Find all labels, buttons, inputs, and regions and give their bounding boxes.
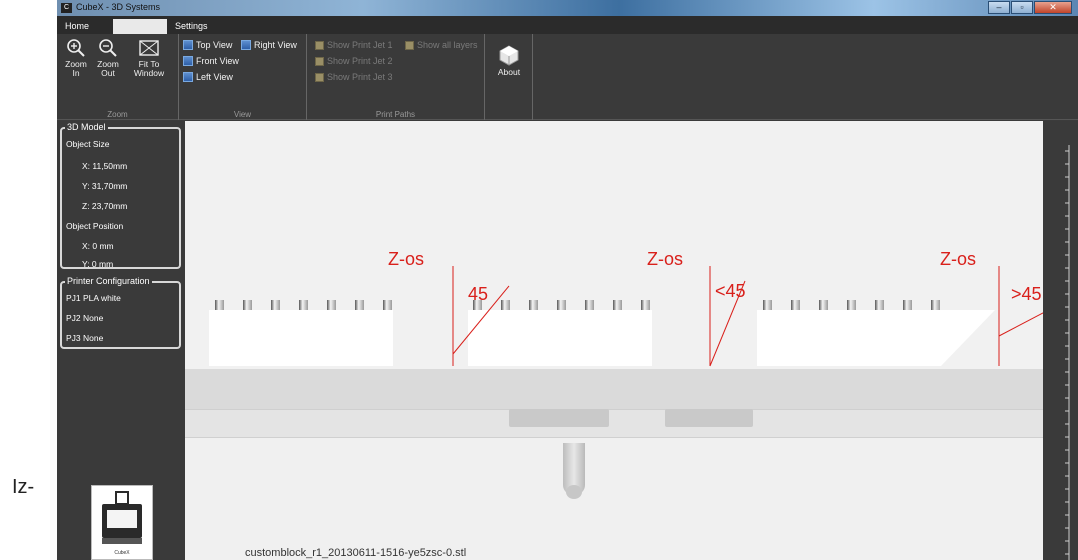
zoom-out-button[interactable]: Zoom Out xyxy=(93,38,123,78)
show-print-jet-2-checkbox[interactable]: Show Print Jet 2 xyxy=(315,56,393,66)
left-view-label: Left View xyxy=(196,72,233,82)
cube-icon xyxy=(183,72,193,82)
tab-strip: Home View Settings xyxy=(57,16,1078,34)
size-y-value: Y: 31,70mm xyxy=(82,181,128,191)
left-panel: 3D Model Object Size X: 11,50mm Y: 31,70… xyxy=(57,121,185,560)
fit-to-window-button[interactable]: Fit To Window xyxy=(127,38,171,78)
checkbox-icon xyxy=(315,56,324,66)
print-paths-group: Show Print Jet 1 Show all layers Show Pr… xyxy=(307,34,485,120)
window-controls: – ▫ ✕ xyxy=(988,1,1072,14)
zoom-in-button[interactable]: Zoom In xyxy=(61,38,91,78)
z-axis-label-3: Z-os xyxy=(940,249,976,269)
show-all-layers-label: Show all layers xyxy=(417,40,478,50)
zoom-group-title: Zoom xyxy=(107,110,128,119)
3d-viewport[interactable]: Z-os 45 Z-os <45 Z-os >45 customblock_r1… xyxy=(185,121,1043,560)
minimize-icon[interactable]: – xyxy=(988,1,1010,14)
position-x-value: X: 0 mm xyxy=(82,241,114,251)
printer-icon: CubeX xyxy=(102,491,142,556)
title-bar: C CubeX - 3D Systems – ▫ ✕ xyxy=(57,0,1078,16)
zoom-out-label: Zoom Out xyxy=(97,59,119,78)
ribbon: Zoom In Zoom Out Fit To Window Zoom Top … xyxy=(57,34,1078,120)
fit-to-window-icon xyxy=(139,40,159,56)
pj3-value: PJ3 None xyxy=(66,333,104,343)
print-bed-bottom xyxy=(185,437,1043,560)
angle-label-3: >45 xyxy=(1011,284,1042,304)
show-print-jet-3-checkbox[interactable]: Show Print Jet 3 xyxy=(315,72,393,82)
show-print-jet-1-checkbox[interactable]: Show Print Jet 1 xyxy=(315,40,393,50)
printer-cube-icon xyxy=(499,45,519,66)
view-group-title: View xyxy=(233,110,252,119)
about-group: About xyxy=(485,34,533,120)
right-view-label: Right View xyxy=(254,40,297,50)
object-position-label: Object Position xyxy=(66,221,124,231)
tab-home[interactable]: Home xyxy=(59,19,95,34)
top-view-button[interactable]: Top View xyxy=(183,40,232,50)
print-nozzle-tip xyxy=(566,485,582,499)
object-size-label: Object Size xyxy=(66,139,110,149)
printer-config-box: Printer Configuration PJ1 PLA white PJ2 … xyxy=(60,276,181,349)
pj2-value: PJ2 None xyxy=(66,313,104,323)
zoom-out-icon xyxy=(99,39,117,57)
about-label: About xyxy=(497,67,521,77)
layer-ruler xyxy=(1065,145,1070,560)
outer-caption: Iz- xyxy=(12,476,35,498)
window-title: CubeX - 3D Systems xyxy=(76,2,161,12)
cube-icon xyxy=(241,40,251,50)
checkbox-icon xyxy=(405,40,414,50)
cube-icon xyxy=(183,56,193,66)
print-paths-group-title: Print Paths xyxy=(375,110,416,119)
position-y-value: Y: 0 mm xyxy=(82,259,114,269)
model-filename: customblock_r1_20130611-1516-ye5zsc-0.st… xyxy=(245,547,467,559)
show-print-jet-1-label: Show Print Jet 1 xyxy=(327,40,393,50)
zoom-group: Zoom In Zoom Out Fit To Window Zoom xyxy=(57,34,179,120)
printer-thumbnail[interactable]: CubeX xyxy=(91,485,153,560)
fit-to-window-label: Fit To Window xyxy=(133,59,165,78)
maximize-icon[interactable]: ▫ xyxy=(1011,1,1033,14)
about-button[interactable]: About xyxy=(491,44,527,77)
top-view-label: Top View xyxy=(196,40,233,50)
checkbox-icon xyxy=(315,72,324,82)
zoom-in-icon xyxy=(67,39,85,57)
print-bed-face xyxy=(185,409,1043,437)
tab-view[interactable]: View xyxy=(113,19,167,34)
angle-annotations xyxy=(452,266,1043,367)
z-axis-label-2: Z-os xyxy=(647,249,683,269)
cubex-logo-icon: C xyxy=(61,3,72,13)
show-all-layers-checkbox[interactable]: Show all layers xyxy=(405,40,478,50)
show-print-jet-3-label: Show Print Jet 3 xyxy=(327,72,393,82)
size-z-value: Z: 23,70mm xyxy=(82,201,128,211)
front-view-label: Front View xyxy=(196,56,239,66)
front-view-button[interactable]: Front View xyxy=(183,56,239,66)
checkbox-icon xyxy=(315,40,324,50)
angle-label-2: <45 xyxy=(715,281,746,301)
layer-slider[interactable] xyxy=(1043,121,1078,560)
tab-settings[interactable]: Settings xyxy=(169,19,214,34)
zoom-in-label: Zoom In xyxy=(65,59,87,78)
printer-thumb-label: CubeX xyxy=(114,550,130,556)
print-head-plate xyxy=(509,409,609,427)
close-icon[interactable]: ✕ xyxy=(1034,1,1072,14)
view-group: Top View Right View Front View Left View… xyxy=(179,34,307,120)
show-print-jet-2-label: Show Print Jet 2 xyxy=(327,56,393,66)
right-view-button[interactable]: Right View xyxy=(241,40,297,50)
cube-icon xyxy=(183,40,193,50)
z-axis-label-1: Z-os xyxy=(388,249,424,269)
size-x-value: X: 11,50mm xyxy=(82,161,128,171)
left-view-button[interactable]: Left View xyxy=(183,72,233,82)
model-info-box: 3D Model Object Size X: 11,50mm Y: 31,70… xyxy=(60,122,181,269)
print-head-plate xyxy=(665,409,753,427)
model-legend: 3D Model xyxy=(65,122,108,132)
pj1-value: PJ1 PLA white xyxy=(66,293,121,303)
cubex-window: C CubeX - 3D Systems – ▫ ✕ Home View Set… xyxy=(57,0,1078,560)
angle-label-1: 45 xyxy=(468,284,489,304)
printer-config-legend: Printer Configuration xyxy=(65,276,152,286)
